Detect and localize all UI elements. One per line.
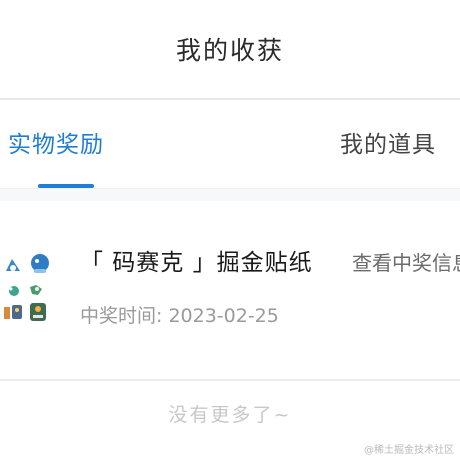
prize-date: 中奖时间: 2023-02-25 — [80, 305, 279, 327]
tab-physical-rewards[interactable]: 实物奖励 — [8, 125, 104, 159]
tab-bar: 实物奖励 我的道具 — [0, 100, 460, 189]
sticker-pack-icon — [0, 241, 56, 327]
page-header: 我的收获 — [0, 0, 460, 100]
no-more-indicator: 没有更多了~ — [168, 404, 292, 426]
prize-title: 「 码赛克 」掘金贴纸 — [80, 250, 313, 276]
sticker-pack-image — [4, 254, 49, 321]
page-title: 我的收获 — [175, 36, 284, 65]
page: 我的收获 实物奖励 我的道具 「 码赛克 」掘金贴纸 查看中奖信息 中奖时间: … — [0, 0, 460, 460]
section-divider — [0, 189, 460, 201]
watermark: @稀土掘金技术社区 — [364, 445, 454, 456]
prize-list-item[interactable]: 「 码赛克 」掘金贴纸 查看中奖信息 中奖时间: 2023-02-25 — [0, 201, 460, 381]
view-winning-info-link[interactable]: 查看中奖信息 — [352, 247, 460, 276]
tab-my-props[interactable]: 我的道具 — [340, 125, 436, 159]
active-tab-indicator — [38, 184, 94, 188]
